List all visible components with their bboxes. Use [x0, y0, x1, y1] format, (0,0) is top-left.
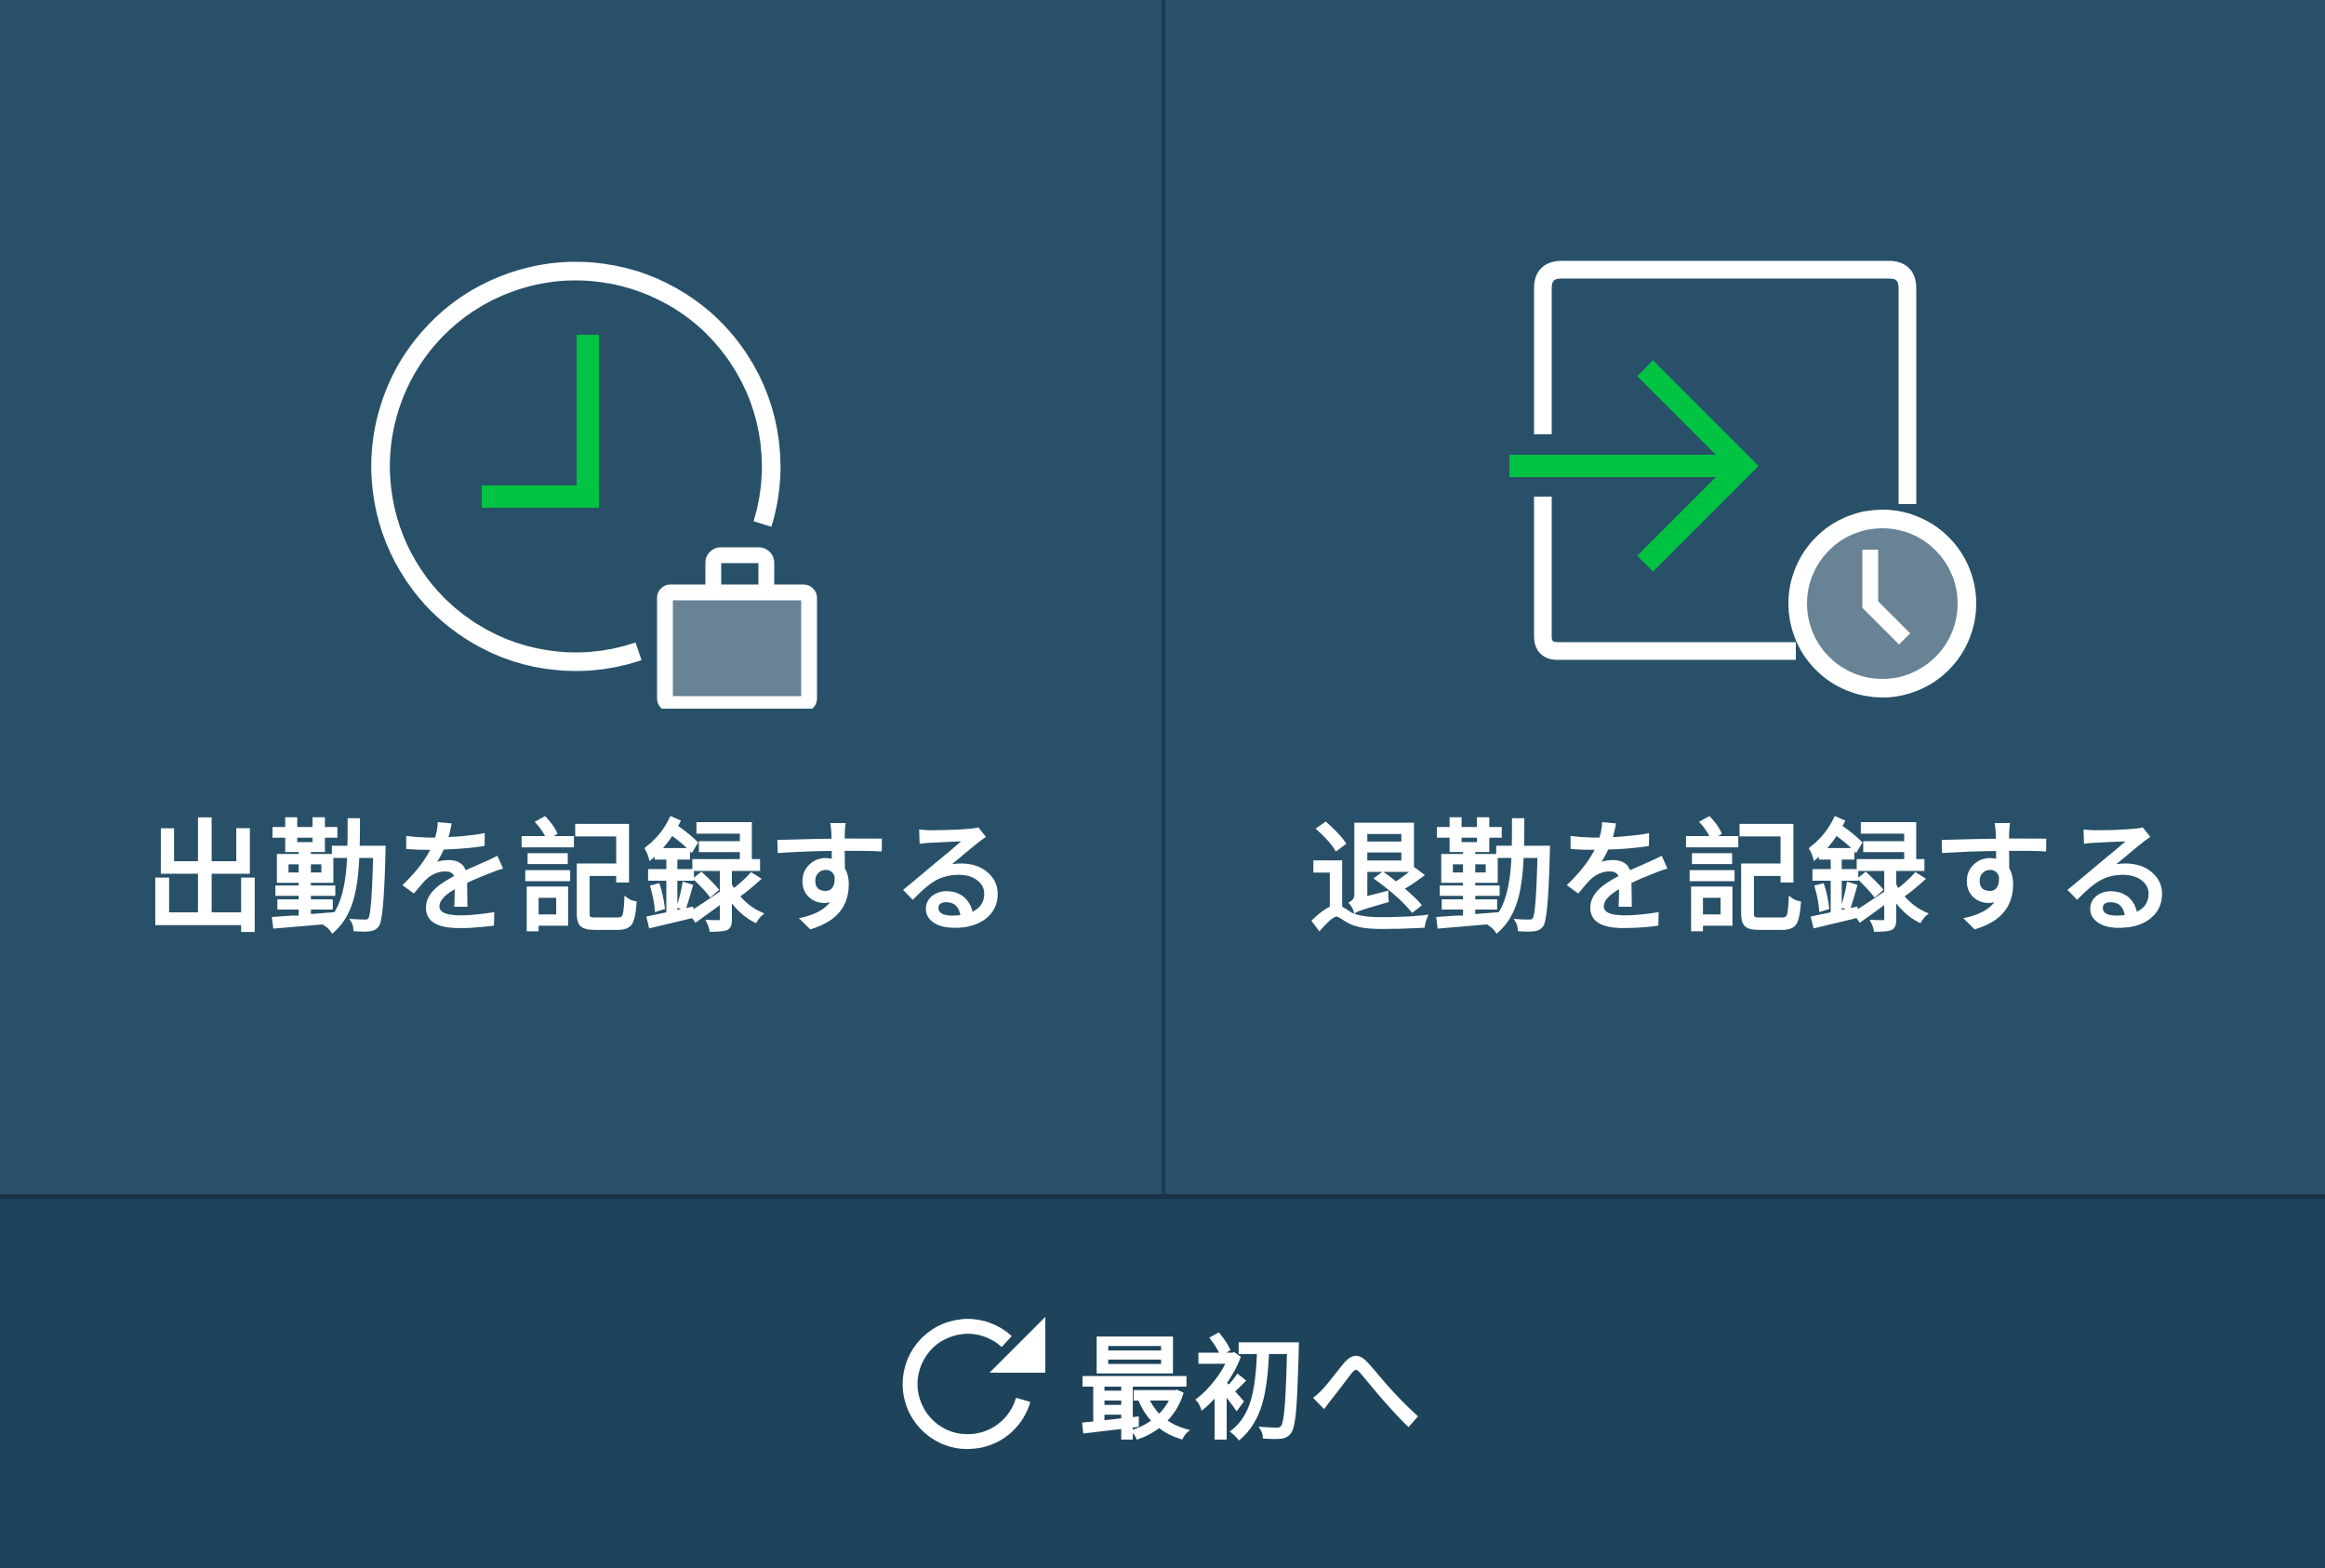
clock-briefcase-icon — [371, 261, 817, 709]
clock-out-label: 退勤を記録する — [1309, 808, 2182, 950]
reset-label: 最初へ — [1079, 1326, 1425, 1455]
action-panels: 出勤を記録する 退勤を記録する — [0, 0, 2325, 1194]
clock-out-button[interactable]: 退勤を記録する — [1165, 0, 2325, 1194]
reset-button[interactable]: 最初へ — [893, 1306, 1425, 1455]
exit-clock-icon — [1509, 260, 1976, 698]
refresh-icon — [902, 1317, 1045, 1450]
clock-in-label: 出勤を記録する — [144, 808, 1017, 950]
footer-bar: 最初へ — [0, 1199, 2325, 1568]
clock-in-button[interactable]: 出勤を記録する — [0, 0, 1162, 1194]
attendance-screen: 出勤を記録する 退勤を記録する 最初へ — [0, 0, 2325, 1568]
